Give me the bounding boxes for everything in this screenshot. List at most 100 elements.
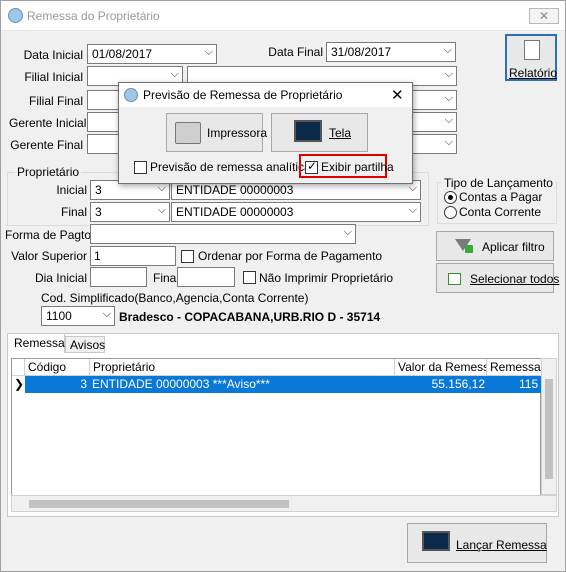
chevron-down-icon: ⌵ — [444, 136, 453, 148]
exibir-partilha-checkbox[interactable]: ✓ — [305, 159, 318, 174]
cell-proprietario: ENTIDADE 00000003 ***Aviso*** — [92, 377, 270, 391]
aplicar-filtro-label: Aplicar filtro — [482, 240, 545, 254]
nao-imprimir-label: Não Imprimir Proprietário — [259, 271, 394, 285]
header-codigo[interactable]: Código — [25, 359, 90, 376]
grid-indicator-header — [12, 359, 25, 376]
printer-icon — [175, 122, 201, 144]
checkmark-icon: ✓ — [307, 159, 318, 173]
data-final-field[interactable]: 31/08/2017 ⌵ — [326, 42, 456, 62]
conta-corrente-label: Conta Corrente — [459, 205, 542, 219]
close-button[interactable]: ✕ — [529, 8, 559, 24]
prop-final-name[interactable]: ENTIDADE 00000003 ⌵ — [171, 202, 421, 222]
ordenar-checkbox[interactable] — [181, 250, 194, 263]
cell-remessa: 115 — [519, 377, 539, 391]
data-final-label: Data Final — [268, 45, 323, 59]
data-inicial-value: 01/08/2017 — [92, 47, 153, 61]
prop-final-code-value: 3 — [95, 205, 102, 219]
prop-final-code[interactable]: 3 ⌵ — [90, 202, 170, 222]
impressora-label: Impressora — [207, 126, 268, 140]
forma-pagto-field[interactable]: ⌵ — [90, 224, 356, 244]
filial-inicial-label: Filial Inicial — [24, 70, 83, 84]
window-title: Remessa do Proprietário — [27, 9, 160, 23]
tab-remessa[interactable]: Remessa — [7, 333, 65, 353]
data-inicial-field[interactable]: 01/08/2017 ⌵ — [87, 44, 217, 64]
relatorio-label: Relatório — [509, 66, 558, 80]
main-window: Remessa do Proprietário ✕ Data Inicial 0… — [0, 0, 566, 572]
chevron-down-icon: ⌵ — [443, 44, 452, 56]
prop-inicial-name-value: ENTIDADE 00000003 — [176, 183, 294, 197]
data-inicial-label: Data Inicial — [23, 48, 83, 62]
selecionar-todos-label: Selecionar todos — [470, 272, 560, 286]
horizontal-scroll-thumb[interactable] — [29, 500, 289, 508]
cod-simplificado-value: 1100 — [46, 309, 72, 323]
header-valor-remessa[interactable]: Valor da Remessa — [395, 359, 487, 376]
remessa-grid: Código Proprietário Valor da Remessa Rem… — [11, 358, 542, 512]
prop-inicial-code-value: 3 — [95, 183, 102, 197]
chevron-down-icon: ⌵ — [408, 204, 417, 216]
table-row[interactable]: 3 ENTIDADE 00000003 ***Aviso*** 55.156,1… — [25, 376, 542, 393]
lancar-remessa-button[interactable]: Lançar Remessa — [407, 523, 547, 563]
valor-superior-label: Valor Superior — [11, 249, 87, 263]
tela-label: Tela — [329, 126, 352, 140]
tipo-lancamento-label: Tipo de Lançamento — [442, 176, 555, 190]
monitor-icon — [294, 120, 322, 142]
header-remessa-a[interactable]: Remessa A — [487, 359, 542, 376]
impressora-button[interactable]: Impressora — [166, 113, 267, 152]
vertical-scrollbar[interactable] — [541, 358, 557, 495]
tab-avisos[interactable]: Avisos — [65, 336, 105, 353]
nao-imprimir-checkbox[interactable] — [243, 271, 256, 284]
previsao-analitica-label: Previsão de remessa analítica — [150, 160, 311, 174]
exibir-partilha-label: Exibir partilha — [321, 160, 394, 174]
title-bar: Remessa do Proprietário ✕ — [1, 1, 565, 31]
check-icon — [465, 245, 473, 253]
previsao-dialog: Previsão de Remessa de Proprietário ✕ Im… — [118, 82, 413, 184]
monitor-icon — [422, 531, 450, 551]
app-icon — [8, 8, 23, 23]
cell-codigo: 3 — [80, 377, 87, 391]
aplicar-filtro-button[interactable]: Aplicar filtro — [436, 231, 554, 261]
tela-button[interactable]: Tela — [271, 113, 368, 152]
chevron-down-icon: ⌵ — [157, 204, 166, 216]
gerente-inicial-label: Gerente Inicial — [9, 116, 87, 130]
bank-info: Bradesco - COPACABANA,URB.RIO D - 35714 — [119, 310, 381, 324]
data-final-value: 31/08/2017 — [331, 45, 392, 59]
proprietario-group-label: Proprietário — [15, 165, 82, 179]
ordenar-label: Ordenar por Forma de Pagamento — [198, 249, 383, 263]
prop-final-name-value: ENTIDADE 00000003 — [176, 205, 294, 219]
tab-avisos-label: Avisos — [70, 338, 106, 352]
dialog-title-bar: Previsão de Remessa de Proprietário ✕ — [119, 83, 412, 107]
chevron-down-icon: ⌵ — [102, 308, 111, 320]
chevron-down-icon: ⌵ — [204, 46, 213, 58]
prop-final-label: Final — [60, 205, 87, 219]
contas-a-pagar-radio[interactable] — [444, 191, 457, 204]
dialog-title: Previsão de Remessa de Proprietário — [143, 88, 343, 102]
cell-valor: 55.156,12 — [431, 377, 485, 391]
chevron-down-icon: ⌵ — [444, 114, 453, 126]
header-proprietario[interactable]: Proprietário — [90, 359, 395, 376]
dia-final-label: Final — [153, 271, 180, 285]
horizontal-scrollbar[interactable] — [11, 495, 557, 512]
dialog-app-icon — [124, 88, 138, 102]
dia-inicial-field[interactable] — [90, 267, 147, 287]
report-icon — [524, 40, 540, 60]
selecionar-todos-button[interactable]: Selecionar todos — [436, 263, 559, 293]
chevron-down-icon: ⌵ — [444, 68, 453, 80]
cod-simplificado-field[interactable]: 1100 ⌵ — [41, 306, 115, 326]
valor-superior-field[interactable]: 1 — [90, 246, 176, 266]
chevron-down-icon: ⌵ — [444, 92, 453, 104]
vertical-scroll-thumb[interactable] — [545, 379, 553, 479]
tab-remessa-label: Remessa — [14, 336, 65, 350]
previsao-analitica-checkbox[interactable] — [134, 161, 147, 174]
chevron-down-icon: ⌵ — [343, 226, 352, 238]
row-indicator-icon: ❯ — [14, 377, 25, 391]
dialog-close-icon[interactable]: ✕ — [391, 86, 404, 104]
dia-final-field[interactable] — [177, 267, 235, 287]
checklist-icon — [448, 273, 461, 285]
contas-a-pagar-label: Contas a Pagar — [459, 190, 543, 204]
cod-simplificado-label: Cod. Simplificado(Banco,Agencia,Conta Co… — [41, 291, 309, 305]
relatorio-button[interactable]: Relatório — [505, 34, 557, 81]
gerente-final-label: Gerente Final — [10, 138, 83, 152]
conta-corrente-radio[interactable] — [444, 206, 457, 219]
chevron-down-icon: ⌵ — [170, 68, 179, 80]
prop-inicial-label: Inicial — [56, 183, 87, 197]
